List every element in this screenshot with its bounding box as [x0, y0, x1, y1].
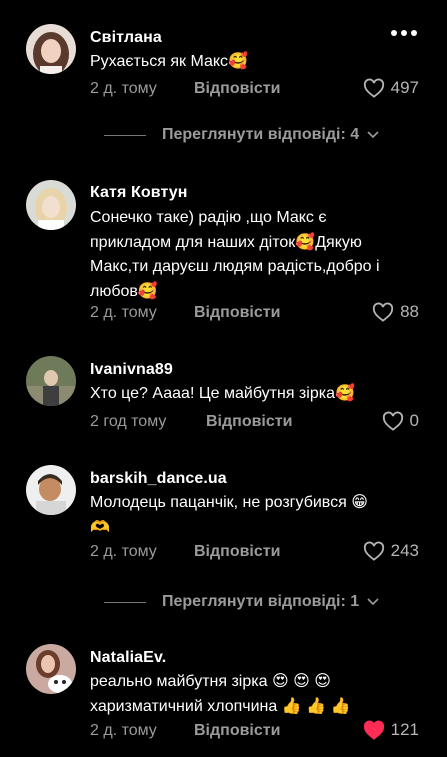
chevron-down-icon — [367, 598, 379, 606]
more-options-button[interactable] — [391, 30, 417, 36]
comment-username[interactable]: NataliaEv. — [90, 649, 166, 667]
avatar[interactable] — [26, 24, 76, 74]
like-count: 121 — [390, 720, 419, 739]
comment-time: 2 д. тому — [90, 80, 157, 97]
comment-username[interactable]: Ivanivna89 — [90, 361, 173, 379]
chevron-down-icon — [367, 131, 379, 139]
avatar[interactable] — [26, 180, 76, 230]
view-replies-label: Переглянути відповіді: 4 — [162, 126, 360, 143]
avatar[interactable] — [26, 644, 76, 694]
heart-icon — [363, 78, 384, 98]
view-replies-button[interactable]: Переглянути відповіді: 4 — [104, 126, 379, 144]
reply-button[interactable]: Відповісти — [194, 543, 280, 561]
comment-username[interactable]: Катя Ковтун — [90, 184, 188, 202]
like-button[interactable]: 88 — [372, 302, 419, 322]
like-button[interactable]: 0 — [382, 411, 419, 431]
reply-button[interactable]: Відповісти — [194, 722, 280, 740]
comment-time: 2 д. тому — [90, 543, 157, 560]
heart-icon — [363, 720, 384, 740]
comment-time: 2 год тому — [90, 413, 167, 430]
comment-username[interactable]: barskih_dance.ua — [90, 470, 227, 488]
like-count: 0 — [409, 411, 419, 430]
avatar[interactable] — [26, 356, 76, 406]
comment-username[interactable]: Світлана — [90, 29, 162, 47]
comment-text: Молодець пацанчік, не розгубився 😁 🫶 — [90, 494, 368, 536]
reply-button[interactable]: Відповісти — [206, 413, 292, 431]
view-replies-label: Переглянути відповіді: 1 — [162, 593, 360, 610]
like-button[interactable]: 497 — [363, 78, 419, 98]
comment-time: 2 д. тому — [90, 722, 157, 739]
heart-icon — [382, 411, 403, 431]
like-count: 88 — [400, 302, 419, 321]
comment-text: реально майбутня зірка 😍 😍 😍 харизматичн… — [90, 673, 351, 715]
reply-button[interactable]: Відповісти — [194, 304, 280, 322]
comment-text: Рухається як Макс🥰 — [90, 53, 248, 70]
like-count: 497 — [390, 78, 419, 97]
comment-text: Хто це? Аааа! Це майбутня зірка🥰 — [90, 385, 355, 402]
like-count: 243 — [390, 541, 419, 560]
like-button[interactable]: 121 — [363, 720, 419, 740]
reply-button[interactable]: Відповісти — [194, 80, 280, 98]
view-replies-button[interactable]: Переглянути відповіді: 1 — [104, 593, 379, 611]
comment-time: 2 д. тому — [90, 304, 157, 321]
heart-icon — [363, 541, 384, 561]
avatar[interactable] — [26, 465, 76, 515]
heart-icon — [372, 302, 394, 322]
like-button[interactable]: 243 — [363, 541, 419, 561]
more-horizontal-icon — [391, 30, 397, 36]
comment-text: Сонечко таке) радію ,що Макс є прикладом… — [90, 209, 380, 300]
